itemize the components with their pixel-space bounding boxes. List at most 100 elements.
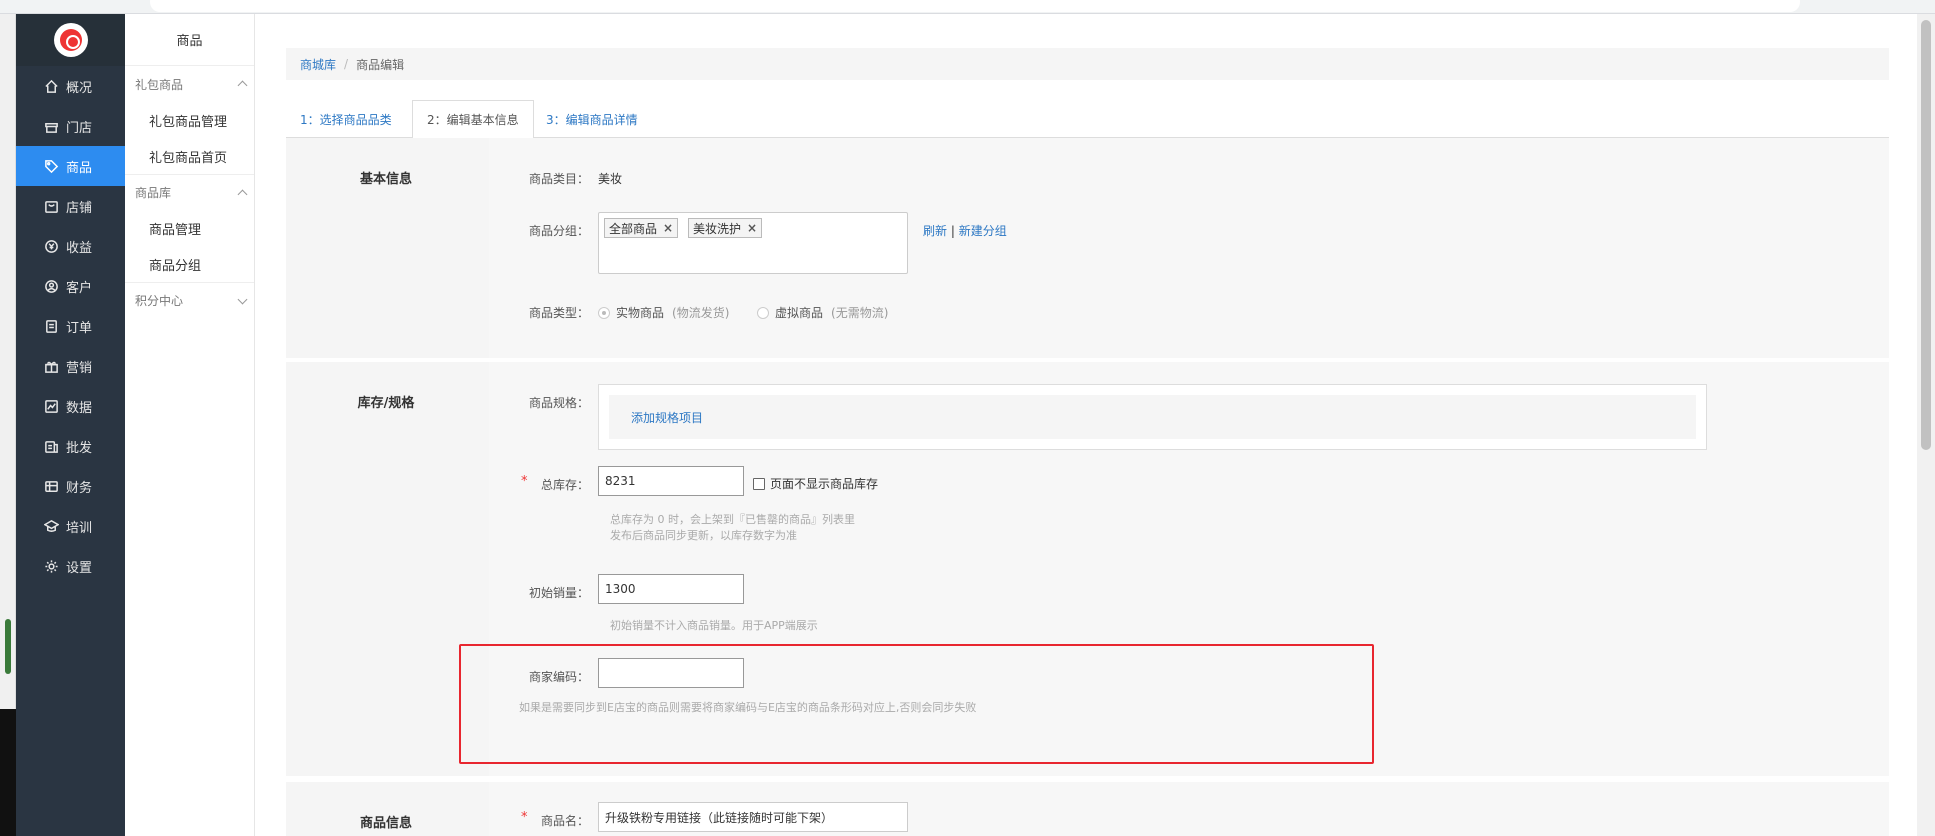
- subnav-group-library[interactable]: 商品库: [125, 174, 254, 210]
- group-tag-input[interactable]: 全部商品 × 美妆洗护 ×: [598, 212, 908, 274]
- breadcrumb-separator: /: [344, 57, 349, 71]
- brand-logo-icon[interactable]: [53, 23, 88, 57]
- finance-icon: [42, 477, 60, 495]
- gear-icon: [42, 557, 60, 575]
- sidebar-item-label: 收益: [66, 240, 93, 256]
- total-stock-input[interactable]: 8231: [598, 466, 744, 496]
- subnav-item-product-group[interactable]: 商品分组: [125, 246, 254, 282]
- gift-icon: [42, 357, 60, 375]
- training-icon: [42, 517, 60, 535]
- sidebar-item-user[interactable]: 客户: [16, 266, 125, 306]
- group-tag: 美妆洗护 ×: [688, 218, 763, 238]
- order-icon: [42, 317, 60, 335]
- sidebar-item-shop[interactable]: 店铺: [16, 186, 125, 226]
- chevron-down-icon: [237, 294, 248, 304]
- initial-sales-input[interactable]: 1300: [598, 574, 744, 604]
- sidebar-item-label: 店铺: [66, 200, 93, 216]
- yen-icon: [42, 237, 60, 255]
- new-group-link[interactable]: 新建分组: [959, 224, 1007, 238]
- category-label: 商品类目：: [528, 172, 589, 186]
- sidebar-item-label: 批发: [66, 440, 93, 456]
- background-window-panel: [0, 709, 16, 836]
- subnav-group-label: 积分中心: [135, 294, 184, 308]
- sidebar-item-label: 门店: [66, 120, 93, 136]
- type-virtual-radio[interactable]: 虚拟商品 (无需物流): [757, 304, 888, 321]
- checkbox-label: 页面不显示商品库存: [770, 477, 879, 491]
- sidebar-item-label: 订单: [66, 320, 93, 336]
- main-content: 商城库 / 商品编辑 1：选择商品品类 2：编辑基本信息 3：编辑商品详情 基本…: [256, 14, 1935, 836]
- type-label: 商品类型：: [528, 306, 589, 320]
- background-window-strip: [0, 14, 16, 836]
- subnav-group-gift[interactable]: 礼包商品: [125, 66, 254, 102]
- sidebar-item-yen[interactable]: 收益: [16, 226, 125, 266]
- user-icon: [42, 277, 60, 295]
- sidebar-item-label: 营销: [66, 360, 93, 376]
- group-actions: 刷新 | 新建分组: [923, 222, 1007, 239]
- tab-edit-details[interactable]: 3：编辑商品详情: [532, 100, 652, 138]
- tab-edit-basic-info[interactable]: 2：编辑基本信息: [412, 100, 534, 139]
- section-label-column: 商品信息: [286, 782, 486, 836]
- sidebar-item-chart[interactable]: 数据: [16, 386, 125, 426]
- sidebar-item-finance[interactable]: 财务: [16, 466, 125, 506]
- subnav-group-points[interactable]: 积分中心: [125, 282, 254, 318]
- breadcrumb: 商城库 / 商品编辑: [286, 48, 1889, 80]
- section-content-product: * 商品名： 升级铁粉专用链接（此链接随时可能下架）: [489, 782, 1889, 836]
- section-title-stock: 库存/规格: [357, 396, 415, 411]
- sidebar-item-gear[interactable]: 设置: [16, 546, 125, 586]
- sidebar-item-gift[interactable]: 营销: [16, 346, 125, 386]
- sidebar-item-order[interactable]: 订单: [16, 306, 125, 346]
- subnav-item-gift-manage[interactable]: 礼包商品管理: [125, 102, 254, 138]
- sidebar-item-label: 培训: [66, 520, 93, 536]
- section-basic-info: 基本信息 商品类目： 美妆 商品分组： 全部商品 × 美妆洗护 × 刷新 | 新建分…: [286, 138, 1889, 358]
- shop-icon: [42, 197, 60, 215]
- link-separator: |: [950, 224, 955, 238]
- main-sidebar: 概况门店商品店铺收益客户订单营销数据批发财务培训设置: [16, 14, 125, 836]
- radio-label: 虚拟商品: [775, 306, 824, 320]
- store-icon: [42, 117, 60, 135]
- radio-dot: [598, 306, 610, 319]
- tab-select-category[interactable]: 1：选择商品品类: [286, 100, 406, 138]
- step-tabs: 1：选择商品品类 2：编辑基本信息 3：编辑商品详情: [286, 100, 1889, 139]
- sidebar-item-label: 数据: [66, 400, 93, 416]
- section-label-column: 库存/规格: [286, 362, 486, 776]
- sidebar-item-tag[interactable]: 商品: [16, 146, 125, 186]
- group-tag: 全部商品 ×: [604, 218, 679, 238]
- group-tag-label: 美妆洗护: [693, 221, 742, 236]
- sidebar-item-label: 设置: [66, 560, 93, 576]
- sidebar-item-home[interactable]: 概况: [16, 66, 125, 106]
- type-physical-radio[interactable]: 实物商品 (物流发货): [598, 304, 729, 321]
- chevron-up-icon: [237, 80, 248, 91]
- chevron-up-icon: [237, 189, 248, 199]
- radio-dot: [757, 306, 769, 319]
- subnav-title: 商品: [125, 14, 254, 66]
- sidebar-item-store[interactable]: 门店: [16, 106, 125, 146]
- add-spec-link[interactable]: 添加规格项目: [631, 409, 703, 426]
- sub-navigation: 商品 礼包商品 礼包商品管理 礼包商品首页 商品库 商品管理 商品分组 积分中心: [125, 14, 255, 836]
- initial-sales-label: 初始销量：: [528, 586, 589, 600]
- subnav-item-gift-home[interactable]: 礼包商品首页: [125, 138, 254, 174]
- spec-add-area: 添加规格项目: [609, 395, 1696, 439]
- sidebar-item-training[interactable]: 培训: [16, 506, 125, 546]
- radio-sublabel: (无需物流): [831, 306, 889, 320]
- section-label-column: 基本信息: [286, 138, 486, 358]
- product-name-label: 商品名：: [540, 814, 589, 828]
- breadcrumb-root-link[interactable]: 商城库: [300, 56, 336, 73]
- sidebar-item-label: 客户: [66, 280, 93, 296]
- chart-icon: [42, 397, 60, 415]
- subnav-group-label: 礼包商品: [135, 77, 184, 92]
- scrollbar-thumb[interactable]: [1921, 20, 1931, 450]
- subnav-group-label: 商品库: [135, 186, 172, 200]
- subnav-item-product-manage[interactable]: 商品管理: [125, 210, 254, 246]
- total-stock-hint: 总库存为 0 时，会上架到『已售罄的商品』列表里 发布后商品同步更新，以库存数字…: [610, 512, 855, 544]
- sidebar-item-wholesale[interactable]: 批发: [16, 426, 125, 466]
- product-name-input[interactable]: 升级铁粉专用链接（此链接随时可能下架）: [598, 802, 908, 832]
- total-stock-label: 总库存：: [540, 478, 589, 492]
- refresh-link[interactable]: 刷新: [923, 224, 947, 238]
- section-title-basic: 基本信息: [359, 172, 412, 187]
- hide-stock-checkbox[interactable]: 页面不显示商品库存: [753, 475, 878, 492]
- close-icon[interactable]: ×: [747, 221, 757, 235]
- address-bar[interactable]: [150, 0, 1800, 12]
- highlight-box: [459, 644, 1374, 764]
- section-product-info: 商品信息 * 商品名： 升级铁粉专用链接（此链接随时可能下架）: [286, 782, 1889, 836]
- close-icon[interactable]: ×: [663, 221, 673, 235]
